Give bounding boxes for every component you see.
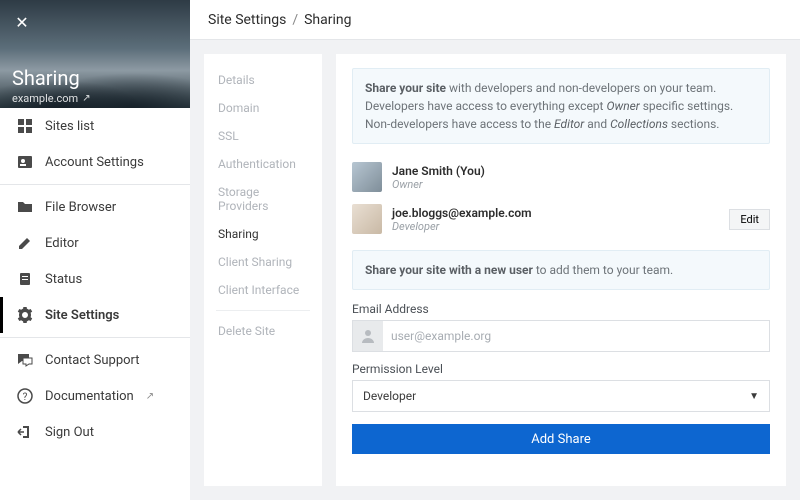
external-link-icon: ↗ bbox=[146, 391, 154, 402]
sidebar-item-sites-list[interactable]: Sites list bbox=[0, 108, 190, 144]
breadcrumb-separator: / bbox=[292, 12, 298, 28]
pencil-icon bbox=[17, 235, 33, 251]
email-input[interactable] bbox=[383, 329, 769, 343]
sidebar-item-file-browser[interactable]: File Browser bbox=[0, 189, 190, 225]
placeholder-avatar-icon bbox=[353, 321, 383, 351]
subnav-item-sharing[interactable]: Sharing bbox=[204, 220, 322, 248]
subnav-item-details[interactable]: Details bbox=[204, 66, 322, 94]
sign-out-icon bbox=[17, 424, 33, 440]
sharing-panel: Share your site with developers and non-… bbox=[336, 54, 786, 486]
sidebar-item-sign-out[interactable]: Sign Out bbox=[0, 414, 190, 450]
subnav-item-client-sharing[interactable]: Client Sharing bbox=[204, 248, 322, 276]
sidebar-item-label: Status bbox=[45, 272, 82, 287]
sidebar-item-label: Sign Out bbox=[45, 425, 94, 440]
sidebar-item-label: Contact Support bbox=[45, 353, 140, 368]
help-icon: ? bbox=[17, 388, 33, 404]
external-link-icon: ↗ bbox=[82, 93, 90, 104]
subnav-item-ssl[interactable]: SSL bbox=[204, 122, 322, 150]
user-row: joe.bloggs@example.com Developer Edit bbox=[352, 198, 770, 240]
hero-domain-text: example.com bbox=[12, 92, 78, 105]
user-meta: Jane Smith (You) Owner bbox=[392, 164, 485, 191]
user-meta: joe.bloggs@example.com Developer bbox=[392, 206, 532, 233]
avatar bbox=[352, 204, 382, 234]
sidebar-item-label: Editor bbox=[45, 236, 79, 251]
chevron-down-icon: ▼ bbox=[749, 391, 759, 402]
sidebar-item-editor[interactable]: Editor bbox=[0, 225, 190, 261]
subnav-separator bbox=[216, 310, 310, 311]
sidebar-item-site-settings[interactable]: Site Settings bbox=[0, 297, 190, 333]
person-card-icon bbox=[17, 154, 33, 170]
sidebar-separator bbox=[0, 337, 190, 338]
hero-title: Sharing bbox=[12, 66, 178, 90]
sidebar-item-label: Documentation bbox=[45, 389, 134, 404]
sidebar-hero: ✕ Sharing example.com ↗ bbox=[0, 0, 190, 108]
email-input-row bbox=[352, 320, 770, 352]
subnav-item-storage-providers[interactable]: Storage Providers bbox=[204, 178, 322, 220]
sidebar-item-account-settings[interactable]: Account Settings bbox=[0, 144, 190, 180]
sidebar-nav: Sites list Account Settings File Browser… bbox=[0, 108, 190, 450]
subnav-item-delete-site[interactable]: Delete Site bbox=[204, 317, 322, 345]
permission-value: Developer bbox=[363, 389, 416, 403]
avatar bbox=[352, 162, 382, 192]
sidebar-item-documentation[interactable]: ? Documentation ↗ bbox=[0, 378, 190, 414]
folder-icon bbox=[17, 199, 33, 215]
email-label: Email Address bbox=[352, 302, 770, 316]
intro-info-box: Share your site with developers and non-… bbox=[352, 68, 770, 144]
user-role: Developer bbox=[392, 220, 532, 233]
user-row: Jane Smith (You) Owner bbox=[352, 156, 770, 198]
hero-domain-link[interactable]: example.com ↗ bbox=[12, 92, 178, 105]
subnav-item-client-interface[interactable]: Client Interface bbox=[204, 276, 322, 304]
sidebar-item-label: Site Settings bbox=[45, 308, 119, 323]
breadcrumb-leaf: Sharing bbox=[304, 12, 351, 28]
sidebar-separator bbox=[0, 184, 190, 185]
breadcrumb: Site Settings / Sharing bbox=[190, 0, 800, 40]
intro-lead: Share your site bbox=[365, 81, 446, 95]
share-prompt-box: Share your site with a new user to add t… bbox=[352, 250, 770, 290]
gear-icon bbox=[17, 307, 33, 323]
main-area: Site Settings / Sharing Details Domain S… bbox=[190, 0, 800, 500]
perm-label: Permission Level bbox=[352, 362, 770, 376]
user-name: joe.bloggs@example.com bbox=[392, 206, 532, 220]
sidebar-item-label: File Browser bbox=[45, 200, 116, 215]
content-row: Details Domain SSL Authentication Storag… bbox=[190, 40, 800, 500]
subnav-item-authentication[interactable]: Authentication bbox=[204, 150, 322, 178]
breadcrumb-root[interactable]: Site Settings bbox=[208, 12, 286, 28]
sidebar-item-label: Sites list bbox=[45, 119, 94, 134]
sidebar-item-contact-support[interactable]: Contact Support bbox=[0, 342, 190, 378]
edit-user-button[interactable]: Edit bbox=[729, 209, 770, 230]
close-icon[interactable]: ✕ bbox=[12, 12, 32, 32]
subnav-item-domain[interactable]: Domain bbox=[204, 94, 322, 122]
primary-sidebar: ✕ Sharing example.com ↗ Sites list Accou… bbox=[0, 0, 190, 500]
sidebar-item-label: Account Settings bbox=[45, 155, 144, 170]
sidebar-item-status[interactable]: Status bbox=[0, 261, 190, 297]
user-role: Owner bbox=[392, 178, 485, 191]
permission-select[interactable]: Developer ▼ bbox=[352, 380, 770, 412]
user-name: Jane Smith (You) bbox=[392, 164, 485, 178]
chat-icon bbox=[17, 352, 33, 368]
add-share-button[interactable]: Add Share bbox=[352, 424, 770, 454]
settings-subnav: Details Domain SSL Authentication Storag… bbox=[204, 54, 322, 486]
clipboard-icon bbox=[17, 271, 33, 287]
grid-icon bbox=[17, 118, 33, 134]
svg-text:?: ? bbox=[23, 392, 28, 403]
